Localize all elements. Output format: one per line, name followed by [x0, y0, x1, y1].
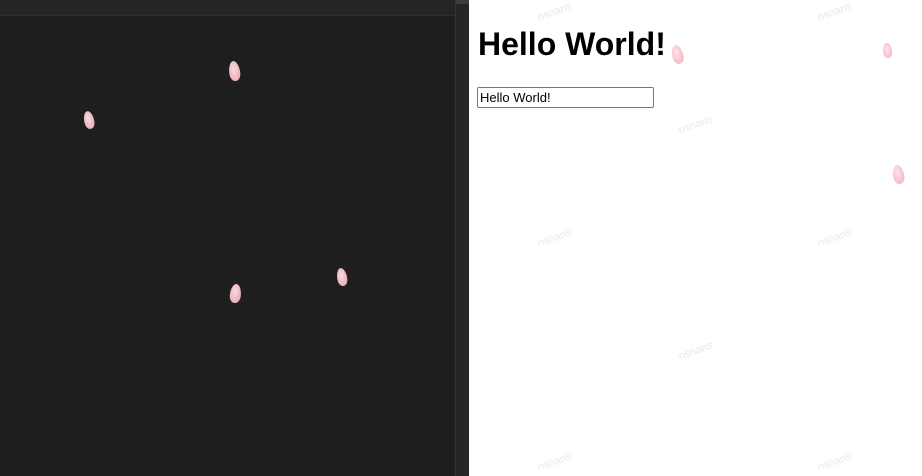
- text-input[interactable]: [477, 87, 654, 108]
- app-window: Hello World! nsnans nsnans nsnans nsnans…: [0, 0, 922, 476]
- watermark-text: nsnans: [536, 226, 574, 250]
- watermark-text: nsnans: [816, 226, 854, 250]
- watermark-text: nsnans: [816, 0, 854, 24]
- editor-tab-bar: [0, 0, 455, 16]
- watermark-text: nsnans: [816, 450, 854, 474]
- petal-icon: [335, 267, 349, 287]
- watermark-text: nsnans: [677, 113, 715, 137]
- preview-pane: Hello World! nsnans nsnans nsnans nsnans…: [469, 0, 922, 476]
- petal-icon: [882, 42, 893, 59]
- petal-icon: [229, 283, 242, 304]
- petal-icon: [227, 60, 242, 82]
- petal-icon: [82, 110, 96, 130]
- watermark-text: nsnans: [536, 450, 574, 474]
- splitter-handle: [456, 0, 470, 4]
- petal-icon: [669, 43, 686, 66]
- petal-icon: [891, 164, 906, 185]
- code-editor-pane[interactable]: [0, 0, 455, 476]
- page-heading: Hello World!: [478, 26, 666, 62]
- watermark-text: nsnans: [536, 0, 574, 24]
- pane-splitter[interactable]: [455, 0, 470, 476]
- watermark-text: nsnans: [677, 339, 715, 363]
